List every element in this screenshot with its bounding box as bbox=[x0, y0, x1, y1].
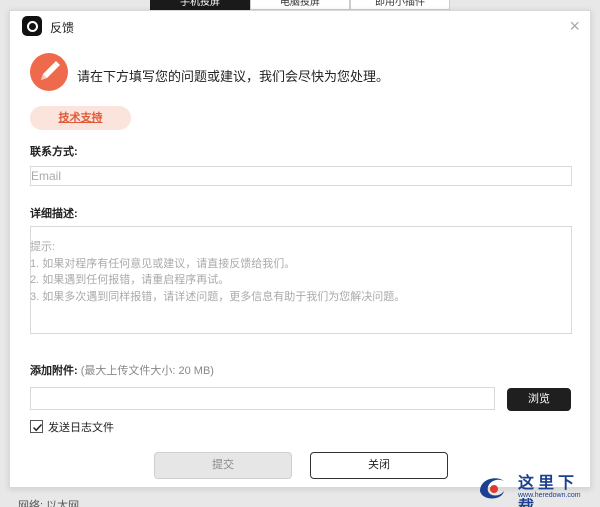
attachment-size-hint: (最大上传文件大小: 20 MB) bbox=[80, 365, 214, 377]
description-label: 详细描述: bbox=[30, 208, 78, 220]
watermark-swirl-icon bbox=[480, 478, 504, 499]
dialog-titlebar: 反馈 × bbox=[10, 11, 590, 43]
bg-tab-plugins: 即用小插件 bbox=[350, 0, 450, 10]
bg-tab-pc-cast: 电脑投屏 bbox=[250, 0, 350, 10]
send-log-checkbox[interactable] bbox=[30, 420, 43, 433]
contact-label: 联系方式: bbox=[30, 146, 78, 158]
pen-icon bbox=[30, 53, 68, 91]
attachment-path-field[interactable] bbox=[30, 387, 495, 410]
dialog-title: 反馈 bbox=[50, 21, 75, 35]
bg-tab-phone-cast: 手机投屏 bbox=[150, 0, 250, 10]
watermark-url: www.heredown.com bbox=[518, 492, 581, 499]
send-log-label[interactable]: 发送日志文件 bbox=[48, 419, 114, 435]
attachment-label: 添加附件: (最大上传文件大小: 20 MB) bbox=[30, 362, 214, 378]
watermark-logo: 这里下载 www.heredown.com bbox=[474, 467, 596, 507]
feedback-dialog: 反馈 × 请在下方填写您的问题或建议，我们会尽快为您处理。 技术支持 联系方式:… bbox=[9, 10, 591, 488]
dialog-heading: 请在下方填写您的问题或建议，我们会尽快为您处理。 bbox=[77, 69, 390, 84]
watermark-text: 这里下载 bbox=[518, 473, 579, 507]
tech-support-button[interactable]: 技术支持 bbox=[30, 106, 131, 130]
background-status-text: 网络: 以太网 bbox=[18, 500, 80, 507]
checkmark-icon bbox=[32, 423, 43, 432]
attachment-label-text: 添加附件: bbox=[30, 365, 78, 377]
close-button[interactable]: 关闭 bbox=[310, 452, 448, 479]
description-textarea[interactable] bbox=[30, 226, 572, 334]
submit-button[interactable]: 提交 bbox=[154, 452, 292, 479]
app-logo-icon bbox=[22, 16, 42, 36]
browse-button[interactable]: 浏览 bbox=[507, 388, 571, 411]
email-field[interactable] bbox=[30, 166, 572, 186]
background-tabs: 手机投屏 电脑投屏 即用小插件 bbox=[150, 0, 450, 10]
close-icon[interactable]: × bbox=[569, 17, 580, 35]
